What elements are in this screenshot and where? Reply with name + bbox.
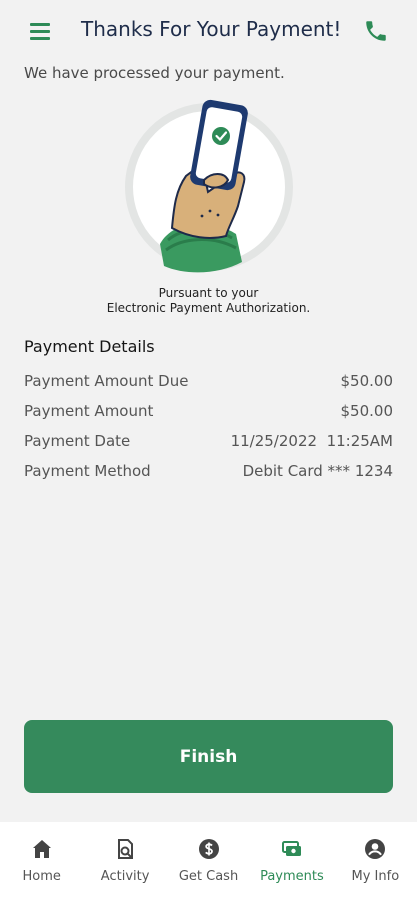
nav-label-payments: Payments — [260, 869, 324, 884]
detail-row-method: Payment Method Debit Card *** 1234 — [24, 462, 393, 492]
nav-label-activity: Activity — [100, 869, 150, 884]
payment-details-list: Payment Amount Due $50.00 Payment Amount… — [24, 372, 393, 492]
detail-label: Payment Date — [24, 432, 131, 450]
detail-label: Payment Method — [24, 462, 151, 480]
nav-label-get-cash: Get Cash — [178, 869, 239, 884]
header-bar: Thanks For Your Payment! — [0, 0, 417, 64]
authorization-note-line2: Electronic Payment Authorization. — [106, 301, 311, 315]
nav-item-activity[interactable]: Activity — [83, 822, 166, 900]
page-title: Thanks For Your Payment! — [81, 17, 342, 41]
payment-details-heading: Payment Details — [24, 337, 155, 356]
detail-row-amount-due: Payment Amount Due $50.00 — [24, 372, 393, 402]
nav-item-payments[interactable]: Payments — [250, 822, 333, 900]
detail-value: Debit Card *** 1234 — [242, 462, 393, 480]
bottom-navigation: Home Activity Get Cash Payments My Info — [0, 822, 417, 900]
nav-label-my-info: My Info — [351, 869, 400, 884]
home-icon — [32, 840, 51, 858]
authorization-note-line1: Pursuant to your — [158, 286, 259, 300]
nav-item-home[interactable]: Home — [0, 822, 83, 900]
phone-icon[interactable] — [363, 18, 389, 44]
detail-row-date: Payment Date 11/25/2022 11:25AM — [24, 432, 393, 462]
payments-icon — [281, 841, 301, 856]
detail-value: 11/25/2022 11:25AM — [230, 432, 393, 450]
activity-icon — [118, 839, 134, 859]
dollar-icon — [198, 839, 219, 859]
finish-button[interactable]: Finish — [24, 720, 393, 793]
nav-item-my-info[interactable]: My Info — [334, 822, 417, 900]
nav-label-home: Home — [22, 869, 61, 884]
detail-label: Payment Amount Due — [24, 372, 189, 390]
detail-value: $50.00 — [340, 402, 394, 420]
detail-value: $50.00 — [340, 372, 394, 390]
authorization-note: Pursuant to your Electronic Payment Auth… — [0, 286, 417, 316]
nav-item-get-cash[interactable]: Get Cash — [167, 822, 250, 900]
user-icon — [365, 839, 386, 859]
detail-label: Payment Amount — [24, 402, 154, 420]
detail-row-amount: Payment Amount $50.00 — [24, 402, 393, 432]
confirmation-message: We have processed your payment. — [24, 64, 285, 82]
menu-icon[interactable] — [30, 21, 52, 41]
payment-success-illustration — [125, 99, 293, 273]
